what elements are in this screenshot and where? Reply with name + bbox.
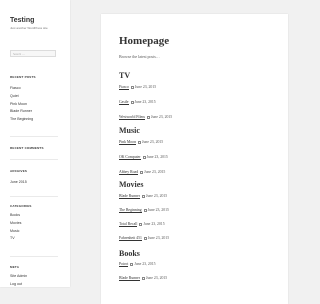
widget-divider: [10, 159, 58, 160]
entry-link[interactable]: Total Recall: [119, 222, 138, 227]
entry-date: June 23, 2015: [141, 140, 164, 144]
entry-date: June 23, 2015: [145, 194, 168, 198]
entry-date: June 23, 2015: [147, 236, 170, 240]
clock-icon: [139, 222, 143, 226]
clock-icon: [143, 236, 147, 240]
category-link[interactable]: TV: [10, 236, 21, 240]
entry-date: June 23, 2015: [134, 85, 157, 89]
clock-icon: [143, 208, 147, 212]
recent-posts-title: RECENT POSTS: [10, 75, 36, 79]
site-description: Just another WordPress site: [10, 26, 48, 30]
clock-icon: [141, 194, 145, 198]
entry-date: June 23, 2015: [146, 155, 168, 159]
entry-link[interactable]: Pink Moon: [119, 140, 136, 145]
widget-divider: [10, 256, 58, 257]
archives-title: ARCHIVES: [10, 169, 28, 173]
entry: Westworld Films June 23, 2015: [119, 115, 172, 120]
recent-comments-title: RECENT COMMENTS: [10, 146, 44, 150]
categories-list: Books Movies Music TV: [10, 213, 21, 244]
entry-link[interactable]: Castle: [119, 100, 129, 105]
archives-list: June 2015: [10, 180, 27, 188]
section-heading-books: Books: [119, 249, 140, 258]
entry-link[interactable]: OK Computer: [119, 155, 141, 160]
entry-link[interactable]: Fahrenheit 451: [119, 236, 142, 241]
categories-title: CATEGORIES: [10, 204, 32, 208]
recent-post-link[interactable]: Blade Runner: [10, 109, 33, 113]
entry-link[interactable]: Fiasco: [119, 85, 129, 90]
clock-icon: [141, 276, 145, 280]
entry-date: June 23, 2015: [147, 208, 169, 212]
recent-post-link[interactable]: Fiasco: [10, 86, 33, 90]
entry: Blade Runner June 23, 2015: [119, 276, 167, 281]
sidebar: Testing Just another WordPress site Sear…: [0, 0, 70, 287]
category-link[interactable]: Music: [10, 229, 21, 233]
clock-icon: [130, 85, 134, 89]
meta-link[interactable]: Site Admin: [10, 274, 27, 278]
entry-link[interactable]: Abbey Road: [119, 170, 139, 175]
entry-date: June 23, 2015: [144, 170, 166, 174]
search-input[interactable]: Search …: [10, 50, 56, 57]
entry: Castle June 23, 2015: [119, 100, 156, 105]
entry: Blade Runner June 23, 2015: [119, 194, 167, 199]
meta-title: META: [10, 265, 20, 269]
meta-link[interactable]: Log out: [10, 282, 27, 286]
entry-date: June 23, 2015: [143, 222, 165, 226]
entry: Pink Moon June 23, 2015: [119, 140, 163, 145]
entry: OK Computer June 23, 2015: [119, 155, 168, 160]
entry: Poirot June 23, 2015: [119, 262, 156, 267]
entry-link[interactable]: Westworld Films: [119, 115, 145, 120]
clock-icon: [130, 262, 134, 266]
recent-post-link[interactable]: Quiet: [10, 94, 33, 98]
recent-post-link[interactable]: The Beginning: [10, 117, 33, 121]
entry: Abbey Road June 23, 2015: [119, 170, 165, 175]
widget-divider: [10, 196, 58, 197]
entry-link[interactable]: The Beginning: [119, 208, 142, 213]
entry-link[interactable]: Blade Runner: [119, 194, 140, 199]
archive-link[interactable]: June 2015: [10, 180, 27, 184]
recent-post-link[interactable]: Pink Moon: [10, 102, 33, 106]
meta-list: Site Admin Log out: [10, 274, 27, 290]
section-heading-movies: Movies: [119, 180, 144, 189]
clock-icon: [137, 140, 141, 144]
entry-link[interactable]: Blade Runner: [119, 276, 140, 281]
intro-text: Browse the latest posts…: [119, 54, 160, 59]
category-link[interactable]: Books: [10, 213, 21, 217]
clock-icon: [146, 115, 150, 119]
entry: Total Recall June 23, 2015: [119, 222, 165, 227]
clock-icon: [140, 170, 144, 174]
entry-date: June 23, 2015: [134, 100, 156, 104]
section-heading-music: Music: [119, 126, 140, 135]
entry: Fiasco June 23, 2015: [119, 85, 156, 90]
page-title: Homepage: [119, 35, 170, 47]
entry: The Beginning June 23, 2015: [119, 208, 169, 213]
section-heading-tv: TV: [119, 71, 131, 80]
site-title[interactable]: Testing: [10, 17, 70, 25]
clock-icon: [142, 155, 146, 159]
recent-posts-list: Fiasco Quiet Pink Moon Blade Runner The …: [10, 86, 33, 125]
entry-date: June 23, 2015: [145, 276, 168, 280]
entry-date: June 23, 2015: [150, 115, 173, 119]
entry-link[interactable]: Poirot: [119, 262, 129, 267]
main-content: Homepage Browse the latest posts… TV Fia…: [101, 14, 288, 304]
clock-icon: [130, 100, 134, 104]
entry-date: June 23, 2015: [134, 262, 156, 266]
category-link[interactable]: Movies: [10, 221, 21, 225]
widget-divider: [10, 136, 58, 137]
entry: Fahrenheit 451 June 23, 2015: [119, 236, 169, 241]
